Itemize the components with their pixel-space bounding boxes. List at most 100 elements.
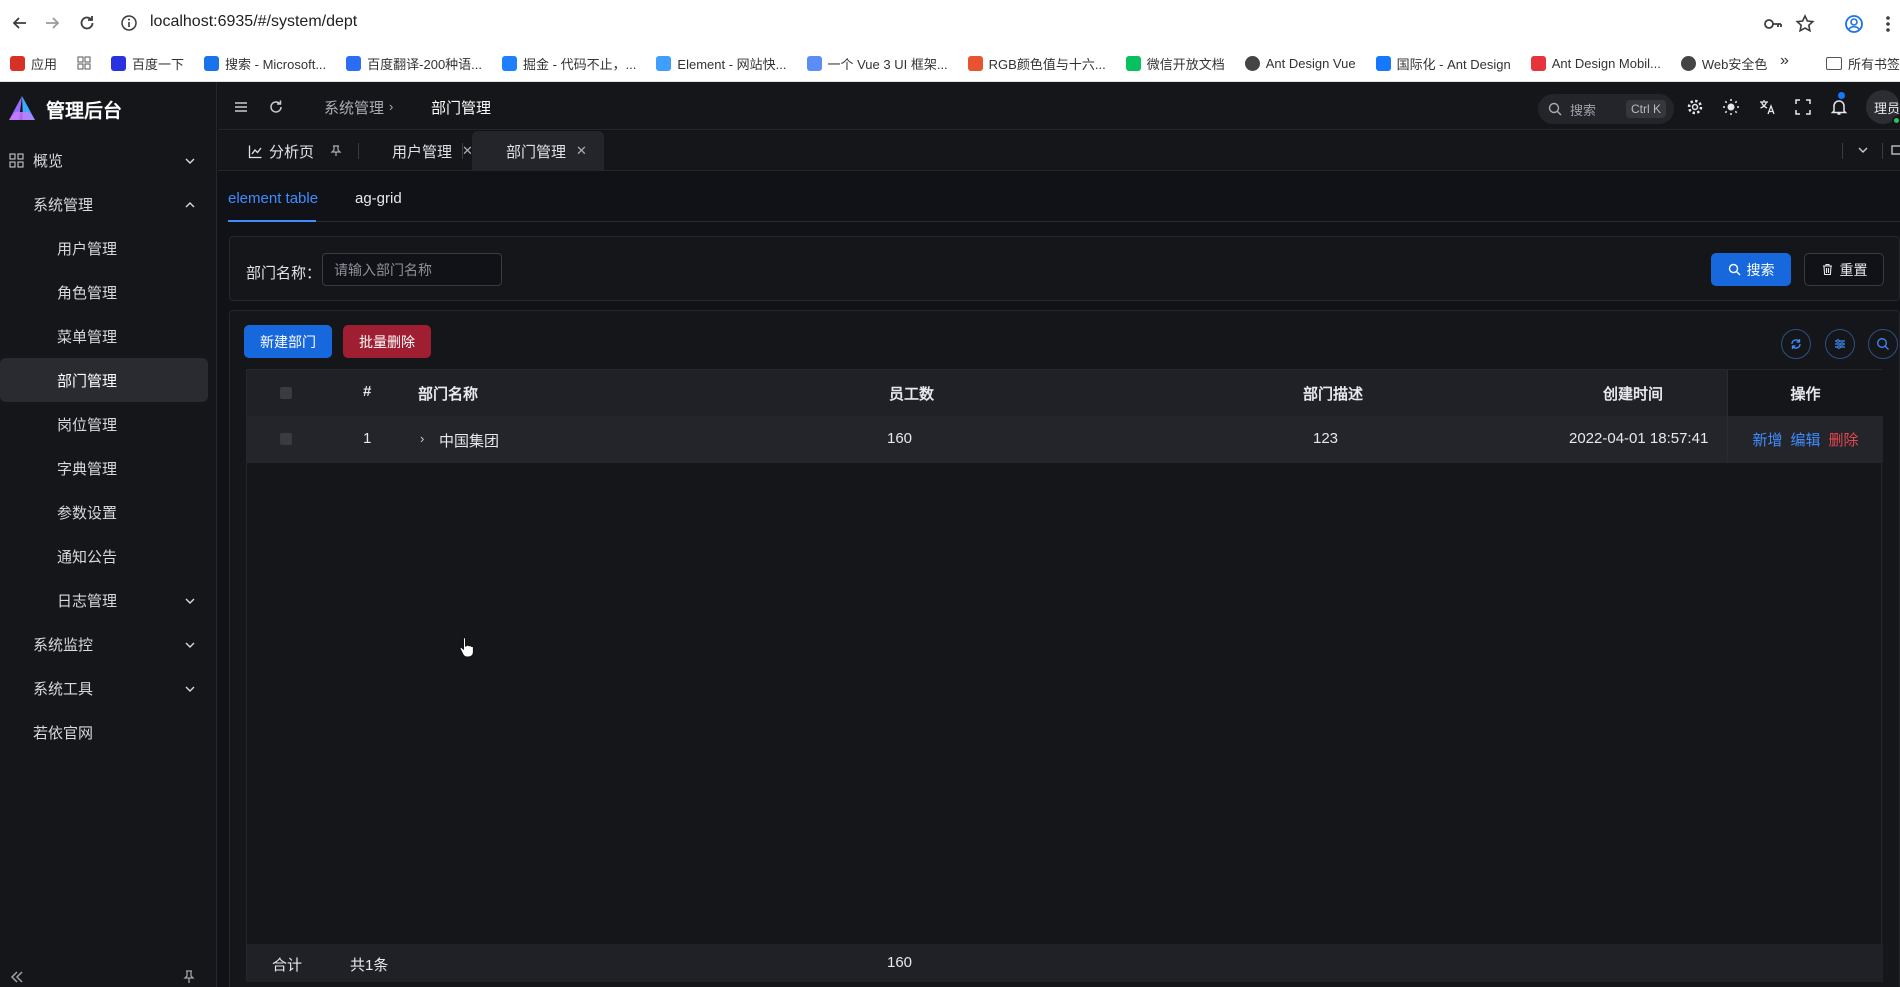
bookmark-star-icon[interactable] — [1794, 13, 1816, 35]
sidebar-item[interactable]: 系统管理 — [0, 182, 216, 226]
trash-icon — [1822, 263, 1832, 276]
close-icon[interactable]: ✕ — [576, 143, 587, 159]
sidebar-item[interactable]: 岗位管理 — [0, 402, 216, 446]
sidebar-item[interactable]: 参数设置 — [0, 490, 216, 534]
notification-bell-icon[interactable] — [1830, 98, 1848, 116]
bookmark-item[interactable]: Web安全色 — [1680, 54, 1767, 73]
sidebar: 管理后台 概览 系统管理 用户管理 角色管理 菜单管理 部门管理 岗位管理 字典管理 参数设置通… — [0, 82, 217, 987]
bookmark-item[interactable]: RGB颜色值与十六... — [967, 54, 1106, 73]
all-bookmarks-folder[interactable]: 所有书签 — [1826, 54, 1900, 73]
edit-link[interactable]: 编辑 — [1790, 429, 1820, 450]
tab-groups-icon[interactable] — [77, 56, 91, 70]
search-icon — [1548, 102, 1562, 116]
search-button[interactable]: 搜索 — [1711, 253, 1791, 286]
reload-icon[interactable] — [75, 11, 99, 35]
col-actions: 操作 — [1728, 370, 1883, 416]
bookmark-item[interactable]: 国际化 - Ant Design — [1375, 54, 1511, 73]
profile-icon[interactable] — [1843, 13, 1865, 35]
tabs-dropdown-icon[interactable] — [1856, 143, 1874, 161]
bookmark-item[interactable]: 搜索 - Microsoft... — [204, 54, 326, 73]
sidebar-item[interactable]: 通知公告 — [0, 534, 216, 578]
view-tabs: element table ag-grid — [228, 172, 1900, 222]
logo-icon — [6, 94, 38, 124]
translate-icon[interactable] — [1758, 98, 1776, 116]
add-child-link[interactable]: 新增 — [1752, 429, 1782, 450]
refresh-icon[interactable] — [267, 98, 285, 116]
tab-analysis[interactable]: 分析页 — [238, 131, 352, 171]
tab-dept-management[interactable]: 部门管理 ✕ — [472, 131, 604, 171]
tab-label: 用户管理 — [392, 143, 453, 161]
sidebar-item[interactable]: 菜单管理 — [0, 314, 216, 358]
pin-sidebar-icon[interactable] — [182, 970, 196, 984]
sidebar-item[interactable]: 用户管理 — [0, 226, 216, 270]
table-row[interactable]: 1 › 中国集团 160 123 2022-04-01 18:57:41 — [247, 416, 1883, 463]
bookmark-item[interactable]: 应用 — [10, 54, 57, 73]
bookmark-item[interactable]: 掘金 - 代码不止，... — [502, 54, 636, 73]
sidebar-item[interactable]: 角色管理 — [0, 270, 216, 314]
bookmark-item[interactable]: 百度翻译-200种语... — [346, 54, 482, 73]
sidebar-item-label: 通知公告 — [57, 548, 118, 566]
tab-user-management[interactable]: 用户管理 ✕ — [360, 131, 473, 171]
forward-icon[interactable] — [40, 11, 64, 35]
mouse-pointer-icon — [459, 636, 475, 658]
col-dept-name[interactable]: 部门名称 — [418, 383, 478, 404]
new-dept-button[interactable]: 新建部门 — [244, 325, 332, 358]
refresh-table-icon[interactable] — [1781, 329, 1811, 359]
bookmark-item[interactable]: 百度一下 — [111, 54, 184, 73]
bookmark-label: 搜索 - Microsoft... — [225, 56, 327, 72]
table-summary-row: 合计 共1条 160 — [247, 944, 1883, 982]
reset-button[interactable]: 重置 — [1804, 253, 1884, 286]
sidebar-item[interactable]: 若依官网 — [0, 710, 216, 754]
browser-menu-icon[interactable] — [1883, 13, 1900, 35]
fullscreen-icon[interactable] — [1794, 98, 1812, 116]
col-description[interactable]: 部门描述 — [1303, 383, 1363, 404]
bookmark-item[interactable]: Element - 网站快... — [656, 54, 787, 73]
table-search-icon[interactable] — [1868, 329, 1898, 359]
sidebar-item[interactable]: 系统工具 — [0, 666, 216, 710]
tabs-maximize-icon[interactable] — [1890, 143, 1900, 161]
sidebar-item[interactable]: 字典管理 — [0, 446, 216, 490]
batch-delete-button[interactable]: 批量删除 — [343, 325, 431, 358]
row-description: 123 — [1313, 430, 1339, 447]
tab-divider — [462, 143, 463, 159]
theme-sun-icon[interactable] — [1722, 98, 1740, 116]
expand-chevron-icon[interactable]: › — [420, 431, 424, 446]
breadcrumb-item[interactable]: 系统管理 — [324, 97, 384, 118]
collapse-sidebar-icon[interactable] — [8, 970, 26, 984]
bookmark-item[interactable]: Ant Design Mobil... — [1530, 55, 1661, 71]
pin-icon[interactable] — [330, 145, 342, 157]
more-bookmarks-icon[interactable]: » — [1780, 52, 1789, 70]
global-search[interactable]: 搜索 Ctrl K — [1538, 94, 1674, 124]
select-all-checkbox[interactable] — [280, 387, 292, 399]
menu-toggle-icon[interactable] — [232, 98, 250, 116]
app-logo[interactable]: 管理后台 — [6, 92, 122, 126]
bookmark-item[interactable]: Ant Design Vue — [1244, 55, 1356, 71]
tab-ag-grid[interactable]: ag-grid — [355, 190, 402, 207]
sidebar-item[interactable]: 系统监控 — [0, 622, 216, 666]
ant-design-icon — [1375, 55, 1391, 71]
sidebar-item[interactable]: 部门管理 — [0, 358, 208, 402]
dept-name-input[interactable]: 请输入部门名称 — [322, 253, 502, 286]
col-employees[interactable]: 员工数 — [889, 383, 934, 404]
col-created[interactable]: 创建时间 — [1603, 383, 1663, 404]
all-bookmarks-label: 所有书签 — [1848, 57, 1900, 72]
back-icon[interactable] — [8, 11, 32, 35]
password-key-icon[interactable] — [1762, 13, 1784, 35]
col-index: # — [363, 383, 372, 400]
sidebar-item-label: 日志管理 — [57, 592, 118, 610]
sidebar-item[interactable]: 概览 — [0, 138, 216, 182]
row-checkbox[interactable] — [280, 433, 292, 445]
row-employees: 160 — [887, 430, 913, 447]
chevron-down-icon — [184, 638, 196, 650]
filter-panel: 部门名称： 请输入部门名称 搜索 重置 — [229, 236, 1900, 301]
sidebar-item[interactable]: 日志管理 — [0, 578, 216, 622]
site-info-icon[interactable] — [120, 14, 138, 32]
bookmark-item[interactable]: 微信开放文档 — [1125, 54, 1225, 73]
delete-link[interactable]: 删除 — [1829, 429, 1859, 450]
bookmark-item[interactable]: 一个 Vue 3 UI 框架... — [806, 54, 948, 73]
url-field[interactable]: localhost:6935/#/system/dept — [150, 13, 357, 31]
column-settings-icon[interactable] — [1825, 329, 1855, 359]
tab-element-table[interactable]: element table — [228, 190, 318, 207]
juejin-icon — [502, 55, 518, 71]
settings-gear-icon[interactable] — [1686, 98, 1704, 116]
